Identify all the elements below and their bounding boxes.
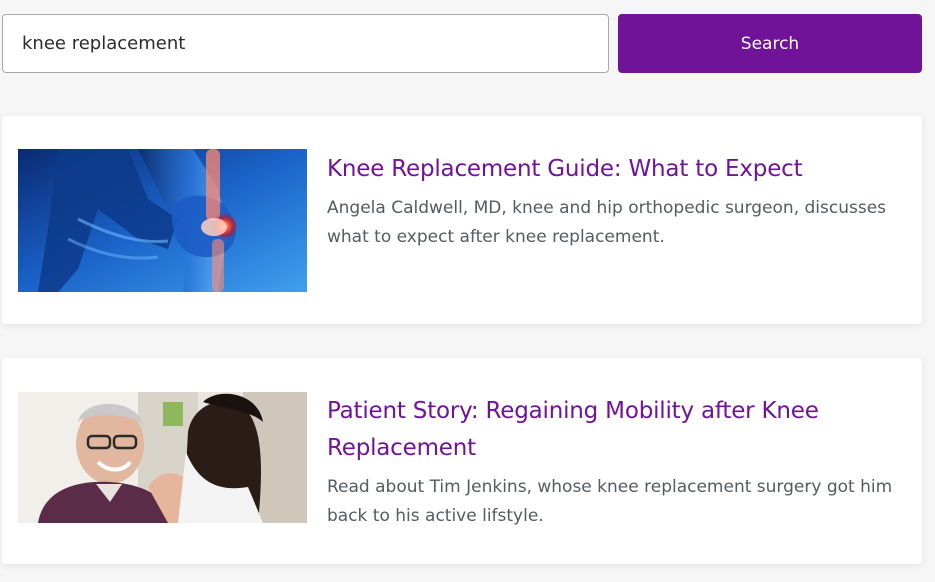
- search-input[interactable]: [2, 14, 609, 73]
- search-button[interactable]: Search: [618, 14, 922, 73]
- result-thumbnail-knee-illustration[interactable]: [18, 149, 307, 292]
- result-description: Read about Tim Jenkins, whose knee repla…: [327, 477, 893, 526]
- result-body: Patient Story: Regaining Mobility after …: [327, 393, 906, 531]
- doctor-patient-photo-image: [18, 392, 307, 523]
- result-card: Patient Story: Regaining Mobility after …: [2, 358, 922, 564]
- result-card: Knee Replacement Guide: What to Expect A…: [2, 116, 922, 324]
- search-bar: Search: [2, 14, 922, 73]
- result-title-link[interactable]: Knee Replacement Guide: What to Expect: [327, 151, 906, 188]
- result-thumbnail-patient-photo[interactable]: [18, 392, 307, 523]
- result-title-link[interactable]: Patient Story: Regaining Mobility after …: [327, 393, 906, 467]
- knee-illustration-image: [18, 149, 307, 292]
- result-description: Angela Caldwell, MD, knee and hip orthop…: [327, 198, 887, 247]
- result-body: Knee Replacement Guide: What to Expect A…: [327, 151, 906, 252]
- search-results-page: Search: [0, 0, 935, 582]
